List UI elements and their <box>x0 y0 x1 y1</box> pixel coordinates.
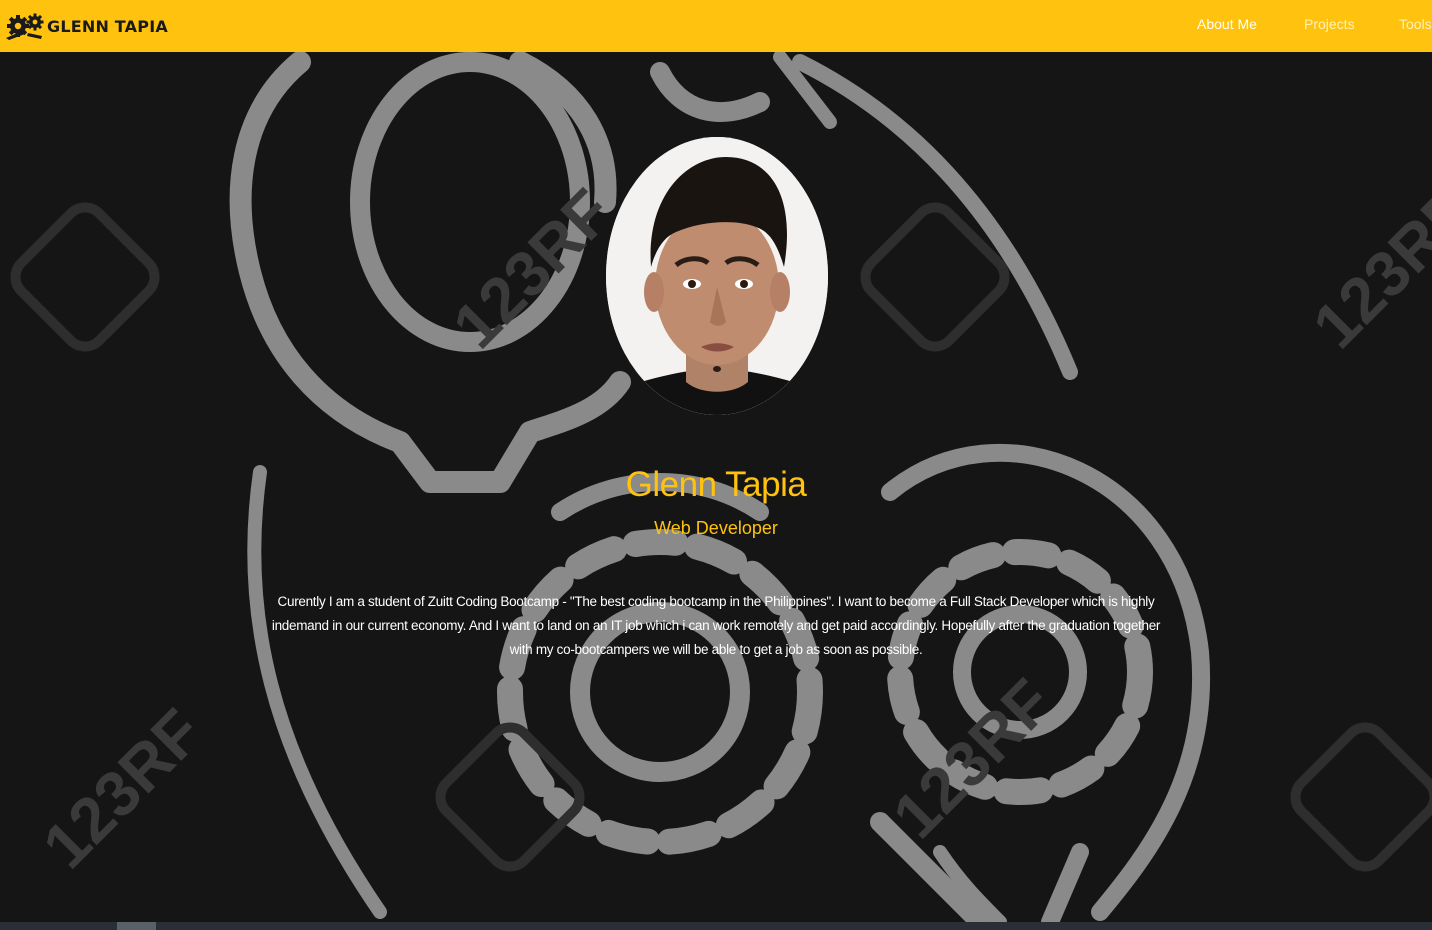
nav-link-projects[interactable]: Projects <box>1304 16 1355 32</box>
brand[interactable]: GLENN TAPIA <box>4 10 168 42</box>
hero-name: Glenn Tapia <box>625 465 807 504</box>
watermark-text: 123RF <box>29 695 216 882</box>
brand-name: GLENN TAPIA <box>47 16 168 36</box>
nav-link-tools[interactable]: Tools <box>1399 16 1432 32</box>
watermark-text: 123RF <box>1299 175 1432 362</box>
top-navbar: GLENN TAPIA About Me Projects Tools <box>0 0 1432 52</box>
profile-portrait-icon <box>606 137 828 415</box>
nav-link-about-me[interactable]: About Me <box>1197 16 1257 32</box>
horizontal-scrollbar[interactable] <box>0 922 1432 930</box>
profile-photo <box>606 137 828 415</box>
watermark-text: 123RF <box>439 175 626 362</box>
hero-bio: Curently I am a student of Zuitt Coding … <box>271 594 1161 657</box>
scrollbar-thumb[interactable] <box>117 922 156 930</box>
gears-logo-icon <box>6 13 44 40</box>
hero-role: Web Developer <box>654 518 778 538</box>
hero-section: 123RF 123RF 123RF 123RF Glenn Tapia Web … <box>0 52 1432 922</box>
